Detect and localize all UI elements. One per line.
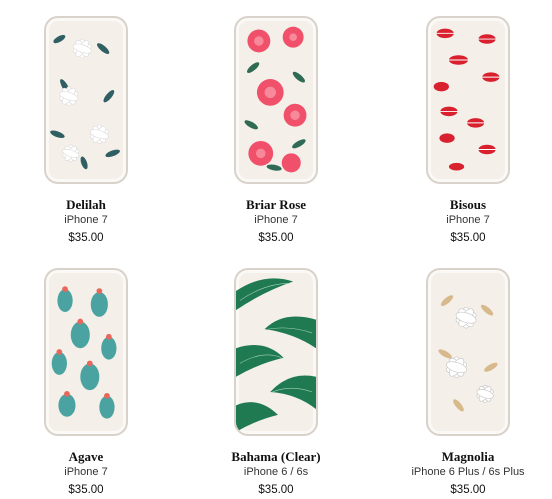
- product-name[interactable]: Magnolia: [388, 449, 548, 465]
- product-model: iPhone 6 / 6s: [243, 466, 309, 478]
- product-price: $35.00: [68, 484, 104, 496]
- cactus-pattern-icon: [51, 286, 117, 419]
- palm-leaf-pattern-icon: [236, 278, 316, 432]
- product-name[interactable]: Bahama (Clear): [196, 449, 356, 465]
- phone-case-image[interactable]: [234, 268, 318, 436]
- product-card-agave[interactable]: Agave iPhone 7 $35.00: [6, 0, 166, 499]
- product-price: $35.00: [450, 484, 486, 496]
- product-name[interactable]: Agave: [6, 449, 166, 465]
- product-model: iPhone 6 Plus / 6s Plus: [411, 466, 525, 478]
- product-model: iPhone 7: [64, 466, 108, 478]
- phone-case-image[interactable]: [426, 268, 510, 436]
- product-card-magnolia[interactable]: Magnolia iPhone 6 Plus / 6s Plus $35.00: [388, 0, 548, 499]
- product-price: $35.00: [258, 484, 294, 496]
- magnolia-pattern-icon: [438, 295, 498, 412]
- product-grid: Delilah iPhone 7 $35.00 Briar Rose iPhon…: [0, 0, 552, 499]
- product-card-bahama-clear[interactable]: Bahama (Clear) iPhone 6 / 6s $35.00: [196, 0, 356, 499]
- phone-case-image[interactable]: [44, 268, 128, 436]
